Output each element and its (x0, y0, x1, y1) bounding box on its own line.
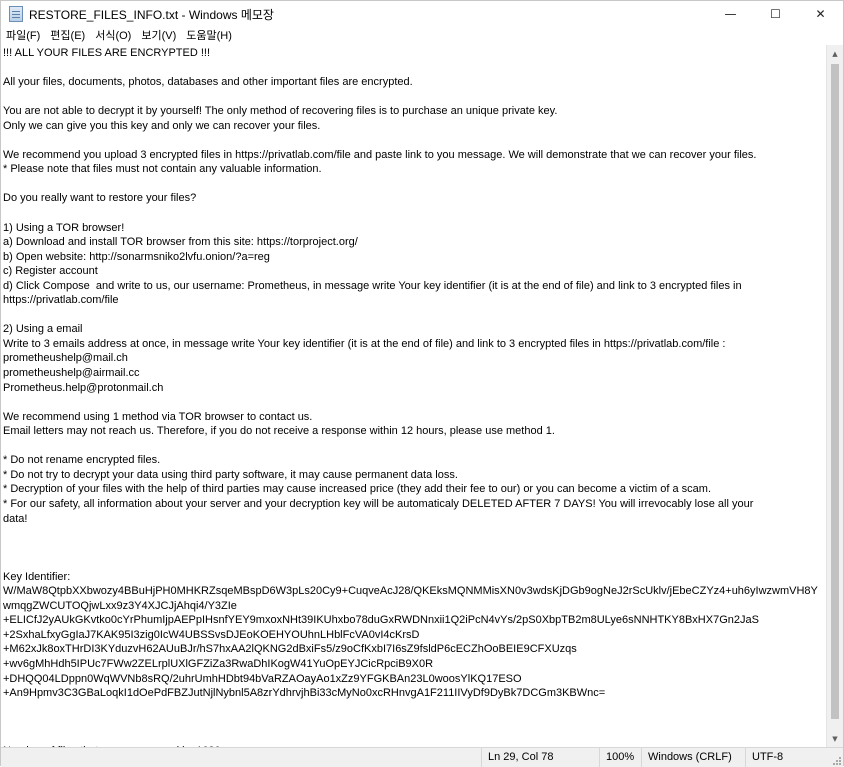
cursor-position: Ln 29, Col 78 (481, 748, 553, 767)
text-line: a) Download and install TOR browser from… (3, 236, 358, 249)
zoom-level: 100% (599, 748, 634, 767)
text-line: +DHQQ04LDppn0WqWVNb8sRQ/2uhrUmhHDbt94bVa… (3, 672, 522, 685)
text-line: +2SxhaLfxyGgIaJ7KAK95I3zig0IcW4UBSSvsDJE… (3, 628, 420, 641)
menu-help[interactable]: 도움말(H) (181, 27, 237, 45)
text-line: c) Register account (3, 265, 98, 278)
window-controls: — ☐ ✕ (708, 1, 843, 27)
text-line: https://privatlab.com/file (3, 294, 119, 307)
text-line: All your files, documents, photos, datab… (3, 76, 413, 89)
scrollbar-thumb[interactable] (831, 64, 839, 719)
minimize-icon: — (724, 7, 737, 21)
text-line: +wv6gMhHdh5IPUc7FWw2ZELrplUXlGFZiZa3RwaD… (3, 657, 434, 670)
text-line: prometheushelp@mail.ch (3, 352, 128, 365)
menu-file[interactable]: 파일(F) (1, 27, 45, 45)
text-line: W/MaW8QtpbXXbwozy4BBuHjPH0MHKRZsqeMBspD6… (3, 585, 818, 598)
text-line: 2) Using a email (3, 323, 83, 336)
menu-format[interactable]: 서식(O) (90, 27, 136, 45)
text-line: * Please note that files must not contai… (3, 163, 322, 176)
vertical-scrollbar[interactable]: ▲ ▼ (826, 45, 843, 747)
text-line: You are not able to decrypt it by yourse… (3, 105, 558, 118)
scroll-down-icon[interactable]: ▼ (827, 730, 843, 747)
text-line: Only we can give you this key and only w… (3, 119, 321, 132)
window-title: RESTORE_FILES_INFO.txt - Windows 메모장 (29, 7, 274, 22)
text-line: +ELICfJ2yAUkGKvtko0cYrPhumIjpAEPpIHsnfYE… (3, 614, 759, 627)
text-line: data! (3, 512, 28, 525)
text-line: prometheushelp@airmail.cc (3, 367, 140, 380)
text-line: * Do not try to decrypt your data using … (3, 468, 458, 481)
menu-view[interactable]: 보기(V) (136, 27, 181, 45)
text-line: d) Click Compose and write to us, our us… (3, 279, 742, 292)
maximize-icon: ☐ (770, 7, 781, 21)
title-bar[interactable]: RESTORE_FILES_INFO.txt - Windows 메모장 — ☐… (1, 1, 843, 27)
maximize-button[interactable]: ☐ (753, 1, 798, 27)
text-line: +An9Hpmv3C3GBaLoqkI1dOePdFBZJutNjlNybnl5… (3, 687, 606, 700)
document-text[interactable]: !!! ALL YOUR FILES ARE ENCRYPTED !!! All… (3, 46, 818, 747)
text-line: !!! ALL YOUR FILES ARE ENCRYPTED !!! (3, 47, 211, 59)
scroll-up-icon[interactable]: ▲ (827, 45, 843, 62)
notepad-icon (9, 6, 23, 22)
text-line: Prometheus.help@protonmail.ch (3, 381, 164, 394)
text-line: We recommend you upload 3 encrypted file… (3, 148, 757, 161)
resize-grip-icon[interactable] (831, 755, 841, 765)
text-line: Write to 3 emails address at once, in me… (3, 337, 726, 350)
encoding: UTF-8 (745, 748, 783, 767)
line-ending: Windows (CRLF) (641, 748, 732, 767)
text-line: We recommend using 1 method via TOR brow… (3, 410, 313, 423)
text-line: b) Open website: http://sonarmsniko2lvfu… (3, 250, 270, 263)
text-line: +M62xJk8oxTHrDI3KYduzvH62AUuBJr/hS7hxAA2… (3, 643, 577, 656)
text-line: Key Identifier: (3, 570, 71, 583)
minimize-button[interactable]: — (708, 1, 753, 27)
menu-bar: 파일(F) 편집(E) 서식(O) 보기(V) 도움말(H) (1, 27, 843, 45)
text-line: * Decryption of your files with the help… (3, 483, 712, 496)
status-bar: Ln 29, Col 78 100% Windows (CRLF) UTF-8 (1, 747, 843, 767)
text-line: wmqgZWCUTOQjwLxx9z3Y4XJCJjAhqi4/Y3ZIe (3, 599, 237, 612)
text-line: 1) Using a TOR browser! (3, 221, 125, 234)
text-line: Email letters may not reach us. Therefor… (3, 425, 555, 438)
text-editor[interactable]: !!! ALL YOUR FILES ARE ENCRYPTED !!! All… (1, 45, 827, 747)
text-line: * Do not rename encrypted files. (3, 454, 161, 467)
close-icon: ✕ (815, 7, 826, 21)
text-line: * For our safety, all information about … (3, 497, 754, 510)
notepad-window: RESTORE_FILES_INFO.txt - Windows 메모장 — ☐… (0, 0, 844, 767)
close-button[interactable]: ✕ (798, 1, 843, 27)
menu-edit[interactable]: 편집(E) (45, 27, 90, 45)
text-line: Do you really want to restore your files… (3, 192, 197, 205)
